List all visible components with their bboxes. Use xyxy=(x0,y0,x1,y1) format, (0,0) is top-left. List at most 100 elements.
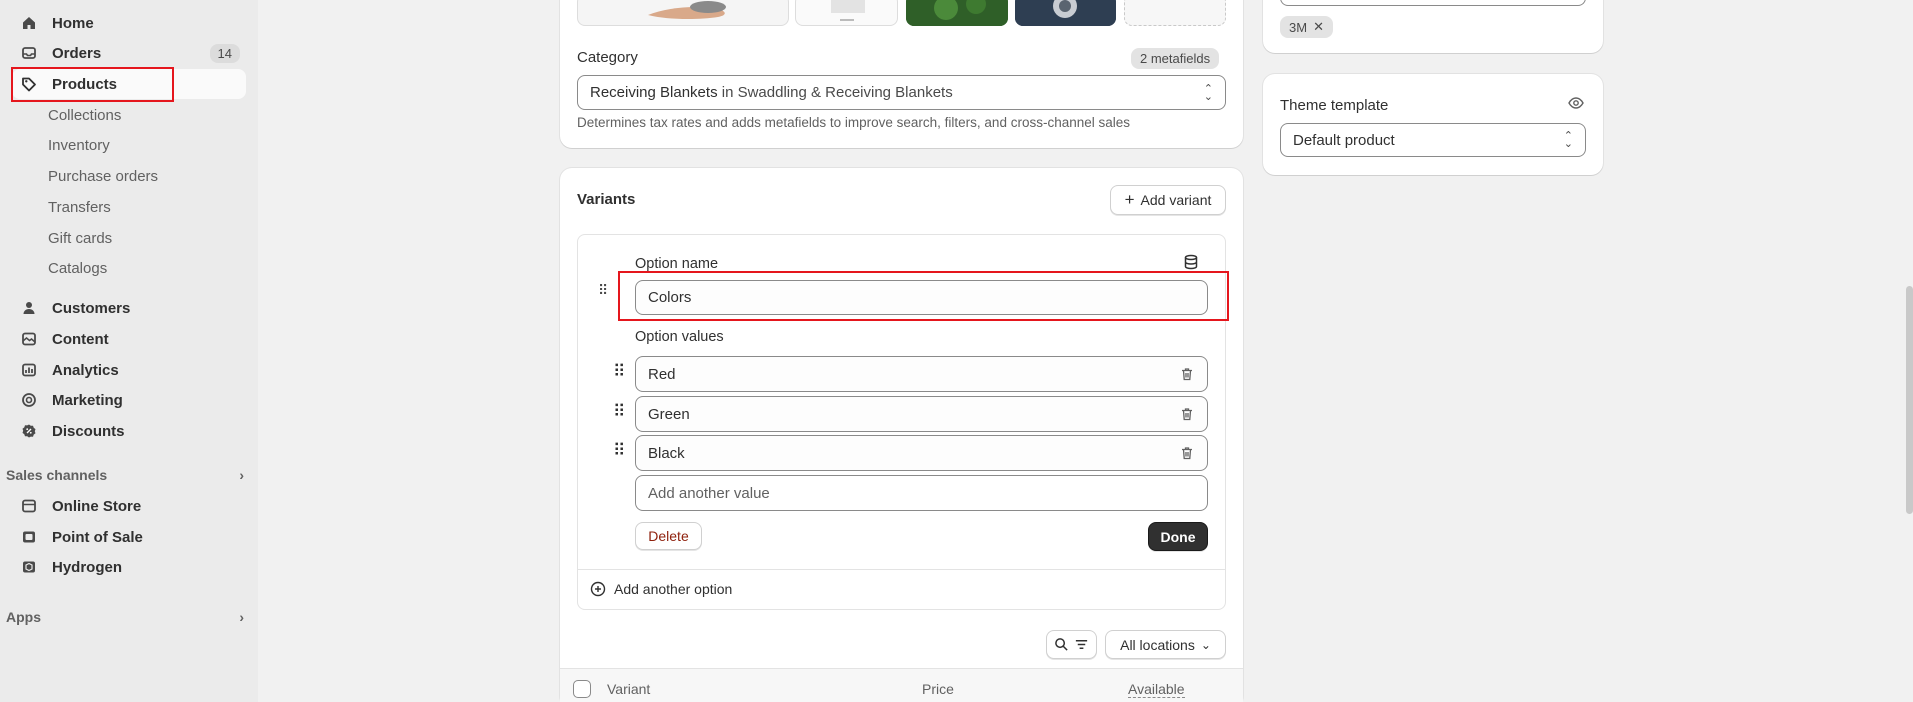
tag-text: 3M xyxy=(1289,19,1308,35)
nav-content[interactable]: Content xyxy=(12,324,246,354)
variants-title: Variants xyxy=(577,191,636,208)
theme-template-value: Default product xyxy=(1293,131,1395,149)
media-thumbnail[interactable] xyxy=(1015,0,1116,26)
nav-collections[interactable]: Collections xyxy=(48,107,121,124)
trash-icon[interactable] xyxy=(1179,406,1195,422)
drag-handle-icon[interactable]: ⠿ xyxy=(613,363,625,380)
nav-orders[interactable]: Orders 14 xyxy=(12,38,246,68)
store-icon xyxy=(20,497,38,515)
option-name-label: Option name xyxy=(635,256,719,272)
locations-label: All locations xyxy=(1120,636,1195,653)
nav-products[interactable]: Products xyxy=(12,69,246,99)
tag-icon xyxy=(20,75,38,93)
drag-handle-icon[interactable]: ⠿ xyxy=(613,442,625,459)
select-arrows-icon: ⌃ ⌄ xyxy=(1203,82,1213,103)
option-name-value: Colors xyxy=(648,289,692,306)
home-icon xyxy=(20,14,38,32)
sidebar: Home Orders 14 Products Collections Inve… xyxy=(0,0,258,702)
nav-analytics-label: Analytics xyxy=(52,361,119,379)
media-thumbnail[interactable] xyxy=(906,0,1008,26)
scrollbar[interactable] xyxy=(1906,286,1913,514)
category-value-path: in Swaddling & Receiving Blankets xyxy=(717,84,953,101)
col-variant: Variant xyxy=(607,681,651,697)
nav-online-store-label: Online Store xyxy=(52,497,142,515)
add-value-input[interactable]: Add another value xyxy=(635,475,1208,511)
nav-marketing[interactable]: Marketing xyxy=(12,385,246,415)
close-icon[interactable]: ✕ xyxy=(1313,19,1324,35)
add-another-option-button[interactable]: Add another option xyxy=(590,581,732,597)
nav-marketing-label: Marketing xyxy=(52,391,123,409)
drag-handle-icon[interactable]: ⠿ xyxy=(598,283,608,297)
option-value-input[interactable]: Red xyxy=(635,356,1208,392)
search-icon xyxy=(1054,637,1069,652)
add-variant-button[interactable]: + Add variant xyxy=(1110,185,1226,215)
option-value-text: Black xyxy=(648,444,685,462)
category-select[interactable]: Receiving Blankets in Swaddling & Receiv… xyxy=(577,75,1226,110)
content-icon xyxy=(20,330,38,348)
option-value-input[interactable]: Black xyxy=(635,435,1208,471)
add-another-option-label: Add another option xyxy=(614,581,733,597)
media-thumbnail[interactable] xyxy=(577,0,789,26)
nav-customers[interactable]: Customers xyxy=(12,293,246,323)
add-value-placeholder: Add another value xyxy=(648,484,770,502)
category-label: Category xyxy=(577,49,638,66)
variants-table-header: Variant Price Available xyxy=(560,668,1243,702)
nav-point-of-sale-label: Point of Sale xyxy=(52,528,143,546)
nav-transfers[interactable]: Transfers xyxy=(48,199,111,216)
divider xyxy=(577,569,1226,570)
analytics-icon xyxy=(20,361,38,379)
done-button[interactable]: Done xyxy=(1148,522,1208,551)
select-all-checkbox[interactable] xyxy=(573,680,591,698)
add-variant-label: Add variant xyxy=(1140,192,1212,208)
drag-handle-icon[interactable]: ⠿ xyxy=(613,403,625,420)
option-value-input[interactable]: Green xyxy=(635,396,1208,432)
tags-input[interactable] xyxy=(1280,0,1586,6)
apps-label: Apps xyxy=(6,609,41,625)
locations-select[interactable]: All locations ⌄ xyxy=(1105,630,1226,659)
pos-icon xyxy=(20,528,38,546)
orders-count-badge: 14 xyxy=(209,43,240,63)
sales-channels-heading[interactable]: Sales channels › xyxy=(6,467,244,483)
delete-option-button[interactable]: Delete xyxy=(635,522,702,550)
option-value-text: Green xyxy=(648,405,690,423)
nav-discounts-label: Discounts xyxy=(52,422,125,440)
nav-discounts[interactable]: Discounts xyxy=(12,416,246,446)
trash-icon[interactable] xyxy=(1179,366,1195,382)
eye-icon[interactable] xyxy=(1568,95,1584,115)
nav-gift-cards[interactable]: Gift cards xyxy=(48,230,112,247)
database-icon[interactable] xyxy=(1183,254,1199,274)
sales-channels-label: Sales channels xyxy=(6,467,108,483)
filter-icon xyxy=(1074,637,1089,652)
chevron-right-icon: › xyxy=(239,609,244,625)
add-media-slot[interactable] xyxy=(1124,0,1226,26)
theme-template-select[interactable]: Default product ⌃ ⌄ xyxy=(1280,123,1586,157)
search-filter-button[interactable] xyxy=(1046,630,1097,659)
nav-home[interactable]: Home xyxy=(12,8,246,38)
media-thumbnail[interactable] xyxy=(795,0,898,26)
col-available[interactable]: Available xyxy=(1128,681,1185,698)
option-values-label: Option values xyxy=(635,329,724,345)
col-price: Price xyxy=(922,681,954,697)
nav-products-label: Products xyxy=(52,75,118,93)
nav-inventory[interactable]: Inventory xyxy=(48,137,110,154)
plus-circle-icon xyxy=(590,581,606,597)
plus-icon: + xyxy=(1124,190,1135,209)
option-value-text: Red xyxy=(648,365,676,383)
nav-orders-label: Orders xyxy=(52,44,102,62)
chevron-right-icon: › xyxy=(239,467,244,483)
apps-heading[interactable]: Apps › xyxy=(6,609,244,625)
nav-catalogs[interactable]: Catalogs xyxy=(48,260,107,277)
nav-hydrogen-label: Hydrogen xyxy=(52,558,123,576)
trash-icon[interactable] xyxy=(1179,445,1195,461)
nav-point-of-sale[interactable]: Point of Sale xyxy=(12,522,246,552)
nav-purchase-orders[interactable]: Purchase orders xyxy=(48,168,158,185)
inbox-icon xyxy=(20,44,38,62)
discount-icon xyxy=(20,422,38,440)
category-value-main: Receiving Blankets xyxy=(590,84,718,101)
delete-label: Delete xyxy=(648,528,689,544)
nav-hydrogen[interactable]: Hydrogen xyxy=(12,552,246,582)
option-name-input[interactable]: Colors xyxy=(635,280,1208,315)
nav-analytics[interactable]: Analytics xyxy=(12,355,246,385)
nav-online-store[interactable]: Online Store xyxy=(12,491,246,521)
nav-content-label: Content xyxy=(52,330,109,348)
